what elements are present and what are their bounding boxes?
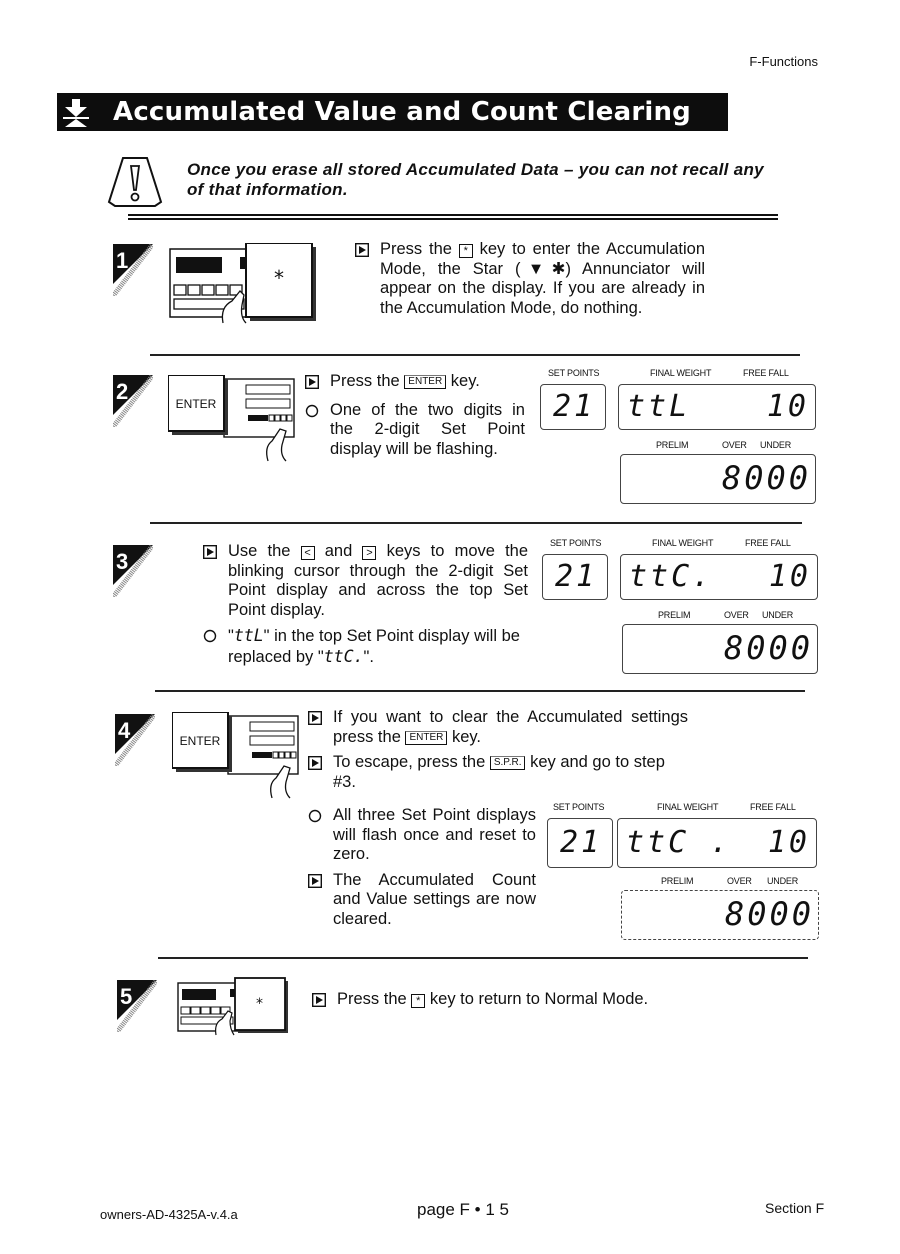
action-arrow-icon <box>307 756 324 776</box>
step-number: 2 <box>116 379 128 404</box>
lcd-display-panel: SET POINTS FINAL WEIGHT FREE FALL 21 ttC… <box>540 538 825 678</box>
set-point-display: 21 <box>542 554 608 600</box>
step-4-instructions: If you want to clear the Accumulated set… <box>307 708 688 798</box>
divider <box>158 957 808 959</box>
star-key: * <box>458 244 473 258</box>
key-label: * <box>256 996 263 1012</box>
step-badge-1: 1 <box>111 242 155 301</box>
set-point-display: 21 <box>547 818 613 868</box>
action-arrow-icon <box>307 873 324 894</box>
result-circle-icon <box>308 809 324 829</box>
tare-arrow-icon <box>61 93 91 131</box>
step-badge-2: 2 <box>111 373 155 432</box>
step-1-instructions: Press the * key to enter the Accumulatio… <box>354 240 705 324</box>
prelim-display: 8000 <box>622 624 818 674</box>
key-label: * <box>274 266 284 290</box>
left-key: < <box>300 546 315 560</box>
result-circle-icon <box>203 629 219 649</box>
footer-doc-id: owners-AD-4325A-v.4.a <box>100 1207 238 1222</box>
step-2-instructions: Press the ENTER key. One of the two digi… <box>304 372 525 465</box>
result-circle-icon <box>305 404 321 424</box>
device-illustration-2: ENTER <box>167 374 298 470</box>
divider <box>155 690 805 692</box>
spr-key: S.P.R. <box>489 756 526 771</box>
step-number: 3 <box>116 549 128 574</box>
action-arrow-icon <box>202 544 219 565</box>
caution-triangle-icon <box>105 156 165 213</box>
footer-section: Section F <box>765 1200 825 1216</box>
divider <box>150 522 802 524</box>
section-header: F-Functions <box>749 54 818 69</box>
step-number: 5 <box>120 984 132 1009</box>
step-badge-3: 3 <box>111 543 155 602</box>
step-number: 4 <box>118 718 131 743</box>
step-4-results: All three Set Point displays will flash … <box>307 806 536 936</box>
device-illustration-5: * <box>176 977 291 1042</box>
star-key: * <box>411 994 426 1008</box>
prelim-display: 8000 <box>621 890 819 940</box>
device-illustration-4: ENTER <box>171 711 302 807</box>
step-number: 1 <box>116 248 128 273</box>
page-title: Accumulated Value and Count Clearing <box>113 97 691 127</box>
device-illustration-1: * <box>168 242 320 333</box>
final-weight-display: ttL 10 <box>618 384 816 430</box>
enter-key: ENTER <box>405 730 448 745</box>
enter-key: ENTER <box>404 375 447 389</box>
title-bar: Accumulated Value and Count Clearing <box>57 93 728 131</box>
action-arrow-icon <box>354 242 371 263</box>
key-label: ENTER <box>180 734 221 748</box>
divider <box>150 354 800 356</box>
lcd-display-panel: SET POINTS FINAL WEIGHT FREE FALL 21 ttL… <box>538 368 823 508</box>
warning-text: Once you erase all stored Accumulated Da… <box>187 160 764 199</box>
step-3-instructions: Use the < and > keys to move the blinkin… <box>202 542 528 674</box>
action-arrow-icon <box>304 374 321 395</box>
prelim-display: 8000 <box>620 454 816 504</box>
step-5-instructions: Press the * key to return to Normal Mode… <box>311 990 732 1019</box>
right-key: > <box>362 546 377 560</box>
final-weight-display: ttC. 10 <box>620 554 818 600</box>
final-weight-display: ttC . 10 <box>617 818 817 868</box>
action-arrow-icon <box>307 710 324 731</box>
step-badge-4: 4 <box>113 712 157 771</box>
footer-page-number: page F • 1 5 <box>417 1200 509 1219</box>
key-label: ENTER <box>176 397 217 411</box>
lcd-display-panel: SET POINTS FINAL WEIGHT FREE FALL 21 ttC… <box>545 802 830 942</box>
action-arrow-icon <box>311 992 328 1013</box>
divider <box>128 214 778 222</box>
step-badge-5: 5 <box>115 978 159 1037</box>
set-point-display: 21 <box>540 384 606 430</box>
